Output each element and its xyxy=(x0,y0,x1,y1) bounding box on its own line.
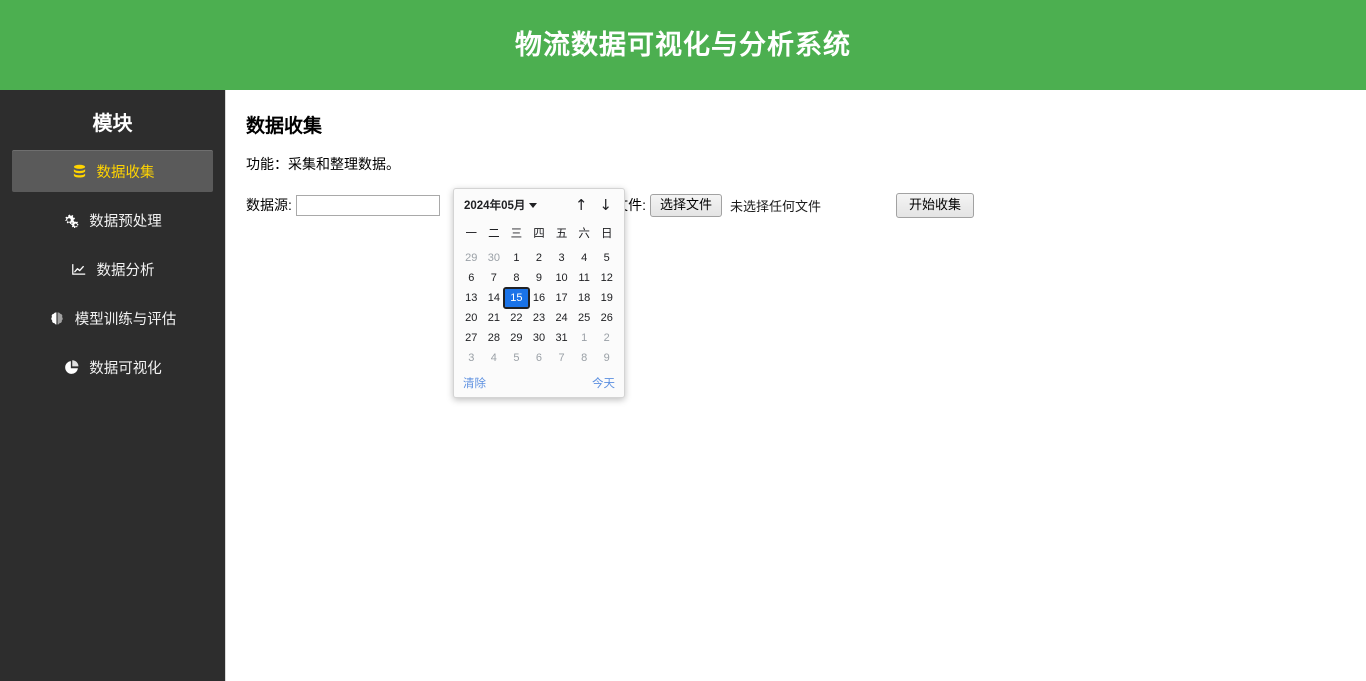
chart-line-icon xyxy=(71,261,88,278)
sidebar-item-label: 数据分析 xyxy=(96,262,155,279)
main-content: 数据收集 功能：采集和整理数据。 数据源: 日期: 年 / 月 / 日 xyxy=(226,90,1366,681)
page-title: 数据收集 xyxy=(246,116,323,137)
calendar-day[interactable]: 9 xyxy=(528,269,551,287)
calendar-day[interactable]: 3 xyxy=(460,349,483,367)
sidebar-item-data-analysis[interactable]: 数据分析 xyxy=(12,248,213,290)
sidebar-item-label: 模型训练与评估 xyxy=(74,311,177,328)
calendar-day[interactable]: 30 xyxy=(483,249,506,267)
today-button[interactable]: 今天 xyxy=(592,375,615,391)
weekday-header: 一 xyxy=(465,226,478,240)
calendar-day[interactable]: 31 xyxy=(550,329,573,347)
sidebar-nav-list: 数据收集 数据预处理 数据分析 模型训练与评估 数据可视化 xyxy=(0,150,225,388)
calendar-day[interactable]: 5 xyxy=(505,349,528,367)
sidebar-item-data-preprocessing[interactable]: 数据预处理 xyxy=(12,199,213,241)
calendar-day[interactable]: 2 xyxy=(528,249,551,267)
weekday-header: 二 xyxy=(488,226,500,240)
calendar-day[interactable]: 28 xyxy=(483,329,506,347)
calendar-day[interactable]: 29 xyxy=(505,329,528,347)
date-picker-popup[interactable]: 2024年05月 ↑ ↓ 一二三四五六日 29 30 1 2 3 4 5 6 7 8 9 10 11 12 1… xyxy=(453,188,625,398)
page-description: 功能：采集和整理数据。 xyxy=(246,155,400,172)
app-title: 物流数据可视化与分析系统 xyxy=(515,29,851,60)
calendar-day[interactable]: 25 xyxy=(573,309,596,327)
data-source-input[interactable] xyxy=(295,194,440,216)
calendar-day[interactable]: 30 xyxy=(528,329,551,347)
start-collection-button[interactable]: 开始收集 xyxy=(896,192,975,218)
data-source-label: 数据源: xyxy=(246,197,292,214)
calendar-day[interactable]: 21 xyxy=(483,309,506,327)
weekday-header: 四 xyxy=(533,226,545,240)
sidebar: 模块 数据收集 数据预处理 数据分析 模型训练与评估 数据可视化 xyxy=(0,90,226,681)
app-body: 模块 数据收集 数据预处理 数据分析 模型训练与评估 数据可视化 数据收集 功能… xyxy=(0,90,1366,681)
calendar-day[interactable]: 26 xyxy=(595,309,618,327)
prev-month-arrow-icon[interactable]: ↑ xyxy=(575,197,588,213)
sidebar-item-data-collection[interactable]: 数据收集 xyxy=(12,150,213,192)
sidebar-title: 模块 xyxy=(92,113,133,135)
sidebar-item-model-training[interactable]: 模型训练与评估 xyxy=(12,297,213,339)
calendar-day[interactable]: 7 xyxy=(483,269,506,287)
date-picker-footer: 清除 今天 xyxy=(460,367,618,393)
calendar-day[interactable]: 22 xyxy=(505,309,528,327)
calendar-day-selected[interactable]: 15 xyxy=(503,287,530,309)
app-header: 物流数据可视化与分析系统 xyxy=(0,0,1366,90)
choose-file-button[interactable]: 选择文件 xyxy=(649,193,722,217)
calendar-day[interactable]: 10 xyxy=(550,269,573,287)
calendar-day[interactable]: 2 xyxy=(595,329,618,347)
pie-chart-icon xyxy=(63,359,80,376)
database-icon xyxy=(71,163,88,180)
sidebar-item-label: 数据可视化 xyxy=(89,360,162,377)
file-status-text: 未选择任何文件 xyxy=(729,198,821,214)
calendar-day[interactable]: 27 xyxy=(460,329,483,347)
month-year-dropdown[interactable]: 2024年05月 xyxy=(464,197,538,213)
sidebar-item-label: 数据预处理 xyxy=(89,213,162,230)
calendar-day[interactable]: 29 xyxy=(460,249,483,267)
calendar-day[interactable]: 1 xyxy=(573,329,596,347)
next-month-arrow-icon[interactable]: ↓ xyxy=(599,197,612,213)
sidebar-item-label: 数据收集 xyxy=(96,165,155,181)
date-picker-header: 2024年05月 ↑ ↓ xyxy=(460,196,618,213)
calendar-day[interactable]: 6 xyxy=(460,269,483,287)
cogs-icon xyxy=(63,212,80,229)
calendar-day[interactable]: 19 xyxy=(595,289,618,307)
weekday-header: 六 xyxy=(578,226,590,240)
calendar-day[interactable]: 12 xyxy=(595,269,618,287)
calendar-day[interactable]: 20 xyxy=(460,309,483,327)
calendar-day[interactable]: 14 xyxy=(483,289,506,307)
calendar-day[interactable]: 16 xyxy=(528,289,551,307)
clear-button[interactable]: 清除 xyxy=(463,375,486,391)
calendar-day[interactable]: 17 xyxy=(550,289,573,307)
date-picker-grid: 一二三四五六日 29 30 1 2 3 4 5 6 7 8 9 10 11 12 13 14 15 16 17 18 19… xyxy=(460,222,618,367)
sidebar-item-data-visualization[interactable]: 数据可视化 xyxy=(12,346,213,388)
brain-icon xyxy=(49,310,66,327)
weekday-header: 三 xyxy=(510,226,523,240)
calendar-day[interactable]: 1 xyxy=(505,249,528,267)
calendar-day[interactable]: 6 xyxy=(528,349,551,367)
submit-wrapper: 开始收集 xyxy=(896,192,975,218)
data-collection-form: 数据源: 日期: 年 / 月 / 日 xyxy=(246,192,1366,218)
calendar-day[interactable]: 8 xyxy=(573,349,596,367)
calendar-day[interactable]: 8 xyxy=(505,269,528,287)
calendar-day[interactable]: 7 xyxy=(550,349,573,367)
calendar-day[interactable]: 3 xyxy=(550,249,573,267)
calendar-day[interactable]: 24 xyxy=(550,309,573,327)
date-picker-nav: ↑ ↓ xyxy=(575,197,616,213)
calendar-day[interactable]: 13 xyxy=(460,289,483,307)
calendar-day[interactable]: 23 xyxy=(528,309,551,327)
chevron-down-icon xyxy=(529,202,538,208)
month-year-label: 2024年05月 xyxy=(464,200,526,212)
calendar-day[interactable]: 18 xyxy=(573,289,596,307)
weekday-header: 日 xyxy=(600,226,613,240)
calendar-day[interactable]: 9 xyxy=(595,349,618,367)
calendar-day[interactable]: 4 xyxy=(573,249,596,267)
calendar-day[interactable]: 11 xyxy=(573,269,596,287)
calendar-day[interactable]: 5 xyxy=(595,249,618,267)
calendar-day[interactable]: 4 xyxy=(483,349,506,367)
weekday-header: 五 xyxy=(555,226,568,240)
